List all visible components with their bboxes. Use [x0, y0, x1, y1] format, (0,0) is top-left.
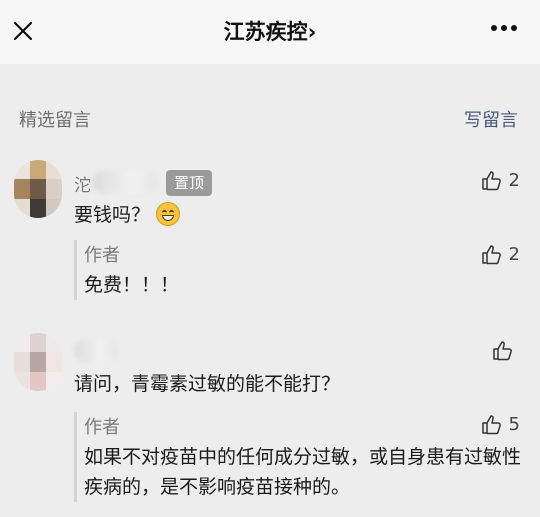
comment-text: 请问，青霉素过敏的能不能打？: [74, 373, 341, 395]
like-button[interactable]: 5: [481, 413, 520, 435]
nickname-blur: [92, 171, 158, 193]
thumbs-up-icon: [481, 415, 501, 435]
like-button[interactable]: 2: [481, 243, 520, 265]
commenter-nickname: 沱: [74, 176, 91, 196]
reply-author: 作者: [84, 417, 120, 438]
like-count: 5: [508, 413, 520, 435]
thumbs-up-icon: [481, 245, 501, 265]
like-count: 2: [508, 243, 520, 265]
nickname-blur: [74, 340, 118, 362]
write-comment-link[interactable]: 写留言: [464, 106, 518, 132]
avatar[interactable]: [14, 333, 62, 391]
more-options-icon[interactable]: [490, 22, 518, 34]
like-count: 2: [508, 169, 520, 191]
pinned-badge: 置顶: [166, 170, 213, 196]
account-name: 江苏疾控: [223, 20, 308, 44]
reply-divider: [74, 240, 77, 300]
thumbs-up-icon: [481, 171, 501, 191]
page-title[interactable]: 江苏疾控›: [0, 16, 540, 46]
like-button[interactable]: [492, 339, 520, 361]
grinning-face-emoji: [156, 202, 181, 226]
top-bar: 江苏疾控›: [0, 0, 540, 64]
featured-comments-label: 精选留言: [19, 110, 91, 131]
reply-text: 免费！！！: [84, 274, 180, 296]
reply-text: 如果不对疫苗中的任何成分过敏，或自身患有过敏性疾病的，是不影响疫苗接种的。: [84, 446, 522, 498]
thumbs-up-icon: [493, 341, 512, 361]
chevron-right-icon: ›: [307, 20, 317, 44]
reply-divider: [74, 412, 77, 502]
comment-text: 要钱吗？: [74, 200, 181, 227]
reply-author: 作者: [84, 245, 120, 266]
like-button[interactable]: 2: [481, 169, 520, 191]
avatar[interactable]: [14, 160, 62, 218]
